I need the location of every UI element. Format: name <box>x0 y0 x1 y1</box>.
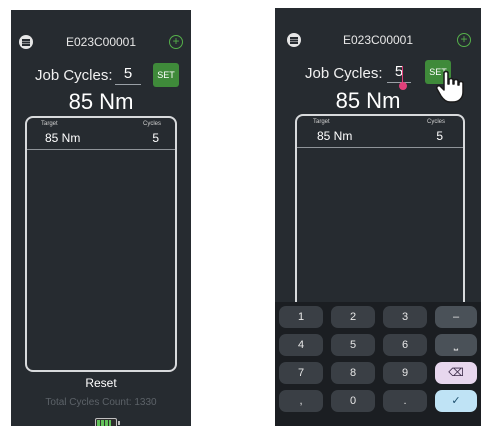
job-table: Target Cycles 85 Nm 5 <box>295 114 465 314</box>
key-8[interactable]: 8 <box>331 362 375 384</box>
battery-level-fill <box>97 420 111 426</box>
key-9[interactable]: 9 <box>383 362 427 384</box>
target-value: 85 Nm <box>317 129 353 143</box>
key-1[interactable]: 1 <box>279 306 323 328</box>
device-id: E023C00001 <box>342 33 414 47</box>
cycles-header: Cycles <box>426 119 445 125</box>
job-cycles-input[interactable]: 5 <box>115 65 141 85</box>
device-id: E023C00001 <box>65 35 137 49</box>
set-button[interactable]: SET <box>153 63 179 87</box>
top-bar: E023C00001 + <box>11 32 191 52</box>
key-minus[interactable]: – <box>435 306 477 328</box>
add-circle-icon[interactable]: + <box>457 33 471 47</box>
key-comma[interactable]: , <box>279 390 323 412</box>
torque-display: 85 Nm <box>335 88 401 113</box>
key-period[interactable]: . <box>383 390 427 412</box>
key-5[interactable]: 5 <box>331 334 375 356</box>
keypad-row: 1 2 3 – <box>279 306 477 328</box>
key-2[interactable]: 2 <box>331 306 375 328</box>
cycles-value: 5 <box>152 131 159 145</box>
job-table-header: Target Cycles 85 Nm 5 <box>27 118 175 150</box>
top-bar: E023C00001 + <box>275 30 481 50</box>
done-key[interactable]: ✓ <box>435 390 477 412</box>
add-circle-icon[interactable]: + <box>169 35 183 49</box>
total-cycles-count: Total Cycles Count: 1330 <box>45 397 157 408</box>
key-0[interactable]: 0 <box>331 390 375 412</box>
job-cycles-label: Job Cycles: <box>305 65 383 82</box>
job-table: Target Cycles 85 Nm 5 <box>25 116 177 372</box>
key-6[interactable]: 6 <box>383 334 427 356</box>
cycles-header: Cycles <box>142 121 161 127</box>
target-header: Target <box>313 119 330 125</box>
key-7[interactable]: 7 <box>279 362 323 384</box>
key-3[interactable]: 3 <box>383 306 427 328</box>
keypad-row: , 0 . ✓ <box>279 390 477 412</box>
reset-button[interactable]: Reset <box>11 376 191 390</box>
battery-icon <box>95 418 120 426</box>
phone-screen-editing: E023C00001 + Job Cycles: 5 SET 85 Nm Tar… <box>275 8 481 426</box>
torque-display: 85 Nm <box>68 89 134 114</box>
keypad-row: 7 8 9 ⌫ <box>279 362 477 384</box>
cursor-line <box>402 66 403 82</box>
numeric-keypad: 1 2 3 – 4 5 6 ⎵ 7 8 9 ⌫ , 0 . ✓ <box>275 302 481 426</box>
keypad-row: 4 5 6 ⎵ <box>279 334 477 356</box>
job-cycles-input[interactable]: 5 <box>387 63 411 83</box>
job-table-header: Target Cycles 85 Nm 5 <box>297 116 463 148</box>
job-cycles-label: Job Cycles: <box>35 67 113 84</box>
phone-screen-main: E023C00001 + Job Cycles: 5 SET 85 Nm Tar… <box>11 10 191 426</box>
job-cycles-row: Job Cycles: 5 SET <box>11 62 191 90</box>
target-value: 85 Nm <box>45 131 81 145</box>
key-space[interactable]: ⎵ <box>435 334 477 356</box>
target-header: Target <box>41 121 58 127</box>
backspace-key[interactable]: ⌫ <box>435 362 477 384</box>
cycles-value: 5 <box>436 129 443 143</box>
key-4[interactable]: 4 <box>279 334 323 356</box>
